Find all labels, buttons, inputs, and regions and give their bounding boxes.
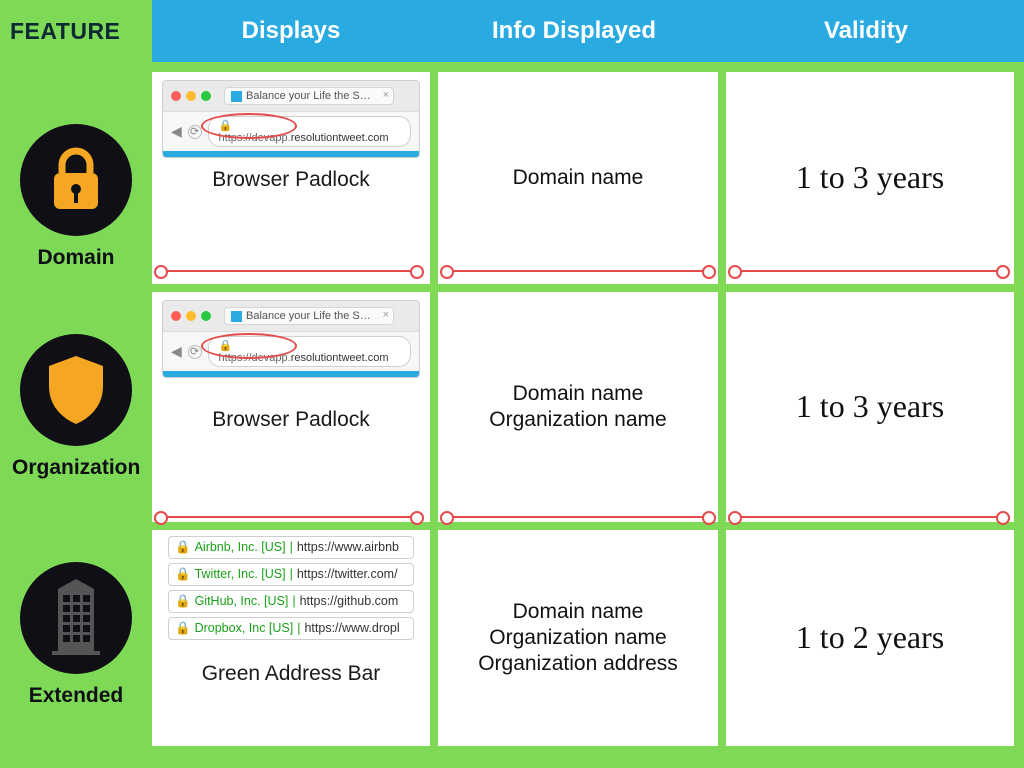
shield-icon <box>20 334 132 446</box>
address-bar: 🔒https://devapp.resolutiontweet.com <box>208 116 411 147</box>
feature-label-extended: Extended <box>12 684 140 708</box>
row-divider <box>160 270 418 272</box>
displays-caption: Green Address Bar <box>152 662 430 686</box>
traffic-light-close-icon <box>171 311 181 321</box>
validity-text: 1 to 2 years <box>796 616 944 659</box>
ev-row: 🔒Dropbox, Inc [US]|https://www.dropl <box>168 617 414 640</box>
feature-header: FEATURE <box>10 18 120 45</box>
cell-displays-extended: 🔒Airbnb, Inc. [US]|https://www.airbnb 🔒T… <box>152 530 430 746</box>
feature-organization: Organization <box>12 334 140 480</box>
info-line: Organization address <box>478 652 678 676</box>
lock-icon: 🔒 <box>219 120 233 132</box>
info-line: Domain name <box>513 600 644 624</box>
row-divider <box>446 270 710 272</box>
cell-validity-organization: 1 to 3 years <box>726 292 1014 522</box>
col-header-displays: Displays <box>152 0 430 62</box>
traffic-light-max-icon <box>201 91 211 101</box>
lock-icon: 🔒 <box>175 567 191 581</box>
column-header-bar: Displays Info Displayed Validity <box>152 0 1024 62</box>
reload-icon: ⟳ <box>188 345 202 359</box>
col-header-validity: Validity <box>718 0 1014 62</box>
traffic-light-min-icon <box>186 311 196 321</box>
ev-row: 🔒Airbnb, Inc. [US]|https://www.airbnb <box>168 536 414 559</box>
browser-padlock-illustration: Balance your Life the Social ... ◀ ⟳ 🔒ht… <box>162 80 420 158</box>
lock-icon: 🔒 <box>175 540 191 554</box>
row-divider <box>446 516 710 518</box>
info-line: Domain name <box>513 166 644 190</box>
validity-text: 1 to 3 years <box>796 156 944 199</box>
col-header-info: Info Displayed <box>430 0 718 62</box>
info-line: Organization name <box>489 626 666 650</box>
feature-label-domain: Domain <box>12 246 140 270</box>
browser-tab: Balance your Life the Social ... <box>224 87 394 105</box>
cell-validity-domain: 1 to 3 years <box>726 72 1014 284</box>
ev-row: 🔒GitHub, Inc. [US]|https://github.com <box>168 590 414 613</box>
row-divider <box>160 516 418 518</box>
cell-info-organization: Domain name Organization name <box>438 292 718 522</box>
traffic-light-close-icon <box>171 91 181 101</box>
back-arrow-icon: ◀ <box>171 123 182 140</box>
feature-label-organization: Organization <box>12 456 140 480</box>
info-line: Organization name <box>489 408 666 432</box>
reload-icon: ⟳ <box>188 125 202 139</box>
cell-displays-organization: Balance your Life the Social ... ◀ ⟳ 🔒ht… <box>152 292 430 522</box>
cell-info-domain: Domain name <box>438 72 718 284</box>
row-divider <box>734 516 1004 518</box>
lock-icon: 🔒 <box>175 594 191 608</box>
lock-icon: 🔒 <box>219 340 233 352</box>
back-arrow-icon: ◀ <box>171 343 182 360</box>
validity-text: 1 to 3 years <box>796 385 944 428</box>
lock-icon: 🔒 <box>175 621 191 635</box>
cell-displays-domain: Balance your Life the Social ... ◀ ⟳ 🔒ht… <box>152 72 430 284</box>
traffic-light-max-icon <box>201 311 211 321</box>
building-icon <box>20 562 132 674</box>
feature-domain: Domain <box>12 124 140 270</box>
feature-extended: Extended <box>12 562 140 708</box>
row-divider <box>734 270 1004 272</box>
displays-caption: Browser Padlock <box>152 408 430 432</box>
browser-tab: Balance your Life the Social ... <box>224 307 394 325</box>
padlock-icon <box>20 124 132 236</box>
browser-padlock-illustration: Balance your Life the Social ... ◀ ⟳ 🔒ht… <box>162 300 420 378</box>
displays-caption: Browser Padlock <box>152 168 430 192</box>
ev-row: 🔒Twitter, Inc. [US]|https://twitter.com/ <box>168 563 414 586</box>
cell-validity-extended: 1 to 2 years <box>726 530 1014 746</box>
traffic-light-min-icon <box>186 91 196 101</box>
address-bar: 🔒https://devapp.resolutiontweet.com <box>208 336 411 367</box>
green-address-bar-list: 🔒Airbnb, Inc. [US]|https://www.airbnb 🔒T… <box>168 536 414 640</box>
info-line: Domain name <box>513 382 644 406</box>
cell-info-extended: Domain name Organization name Organizati… <box>438 530 718 746</box>
